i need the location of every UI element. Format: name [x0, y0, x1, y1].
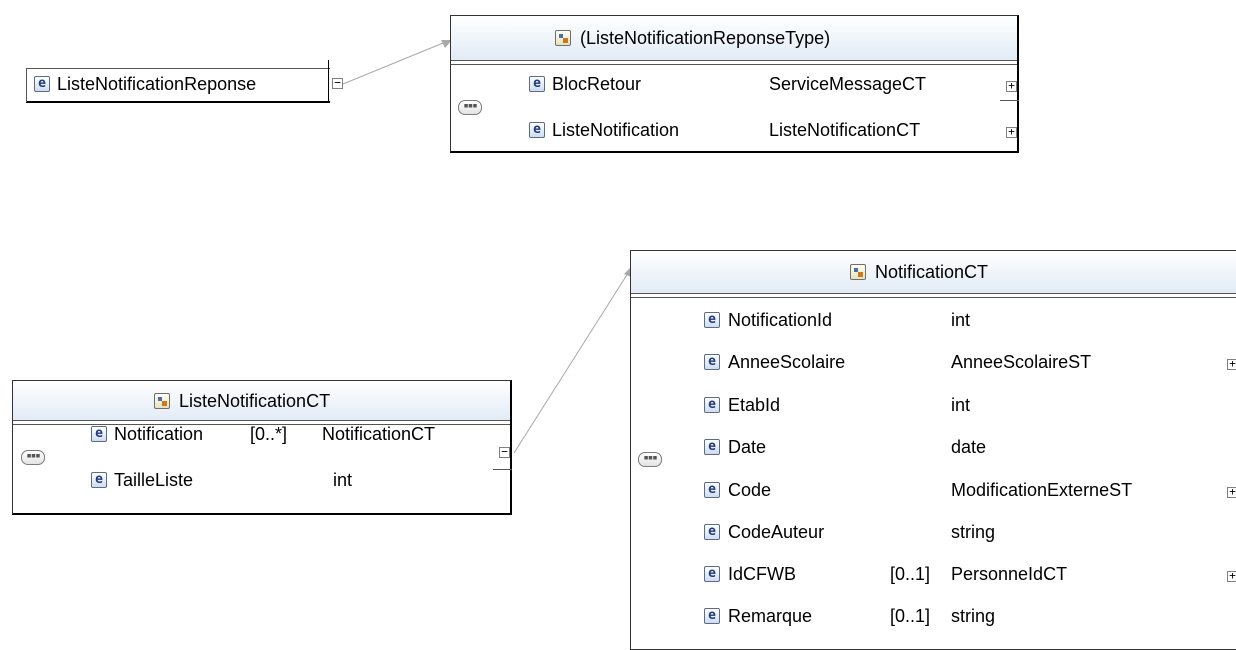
element-icon: e: [704, 439, 720, 455]
connector-line: [513, 269, 631, 454]
reponse-type-title: (ListeNotificationReponseType): [580, 28, 831, 48]
element-type: int: [333, 470, 353, 490]
element-name: Remarque: [728, 606, 813, 626]
element-icon: e: [91, 426, 107, 442]
element-name: CodeAuteur: [728, 522, 825, 542]
connector-line: [342, 40, 449, 85]
element-name: AnneeScolaire: [728, 352, 846, 372]
element-icon: e: [704, 482, 720, 498]
complex-type-icon: [154, 393, 170, 409]
element-icon: e: [704, 608, 720, 624]
collapse-button[interactable]: −: [499, 446, 510, 458]
element-name: ListeNotification: [552, 120, 680, 140]
element-type: AnneeScolaireST: [951, 352, 1092, 372]
element-icon: e: [704, 397, 720, 413]
notification-ct-title: NotificationCT: [875, 262, 989, 282]
element-type: string: [951, 606, 996, 626]
element-icon: e: [34, 76, 50, 92]
complex-type-icon: [555, 30, 571, 46]
element-icon: e: [704, 566, 720, 582]
element-occurs: [0..*]: [250, 424, 288, 444]
sequence-icon[interactable]: ▪▪▪: [458, 100, 482, 115]
element-type: ListeNotificationCT: [769, 120, 921, 140]
root-element-name: ListeNotificationReponse: [57, 74, 257, 94]
element-occurs: [0..1]: [890, 606, 931, 626]
element-name: TailleListe: [114, 470, 194, 490]
element-occurs: [0..1]: [890, 564, 931, 584]
element-type: date: [951, 437, 987, 457]
element-icon: e: [704, 354, 720, 370]
element-name: Date: [728, 437, 767, 457]
complex-type-icon: [850, 264, 866, 280]
liste-ct-title: ListeNotificationCT: [179, 391, 331, 411]
notification-ct-box: [630, 250, 1236, 650]
tree-lines: [46, 83, 697, 602]
element-type: PersonneIdCT: [951, 564, 1068, 584]
sequence-icon[interactable]: ▪▪▪: [638, 452, 662, 467]
element-name: BlocRetour: [552, 74, 642, 94]
sequence-icon[interactable]: ▪▪▪: [21, 450, 45, 465]
expand-button[interactable]: +: [1006, 80, 1017, 92]
element-type: ServiceMessageCT: [769, 74, 927, 94]
expand-button[interactable]: +: [1227, 570, 1236, 582]
element-name: IdCFWB: [728, 564, 797, 584]
expand-button[interactable]: +: [1006, 126, 1017, 138]
element-icon: e: [529, 122, 545, 138]
element-name: NotificationId: [728, 310, 833, 330]
element-name: Notification: [114, 424, 204, 444]
element-icon: e: [704, 312, 720, 328]
expand-button[interactable]: +: [1227, 358, 1236, 370]
element-icon: e: [704, 524, 720, 540]
element-type: int: [951, 310, 971, 330]
element-type: NotificationCT: [322, 424, 436, 444]
element-type: int: [951, 395, 971, 415]
element-icon: e: [529, 76, 545, 92]
element-name: EtabId: [728, 395, 781, 415]
collapse-button[interactable]: −: [332, 77, 343, 89]
element-type: string: [951, 522, 996, 542]
element-name: Code: [728, 480, 772, 500]
expand-button[interactable]: +: [1227, 486, 1236, 498]
element-type: ModificationExterneST: [951, 480, 1133, 500]
element-icon: e: [91, 472, 107, 488]
